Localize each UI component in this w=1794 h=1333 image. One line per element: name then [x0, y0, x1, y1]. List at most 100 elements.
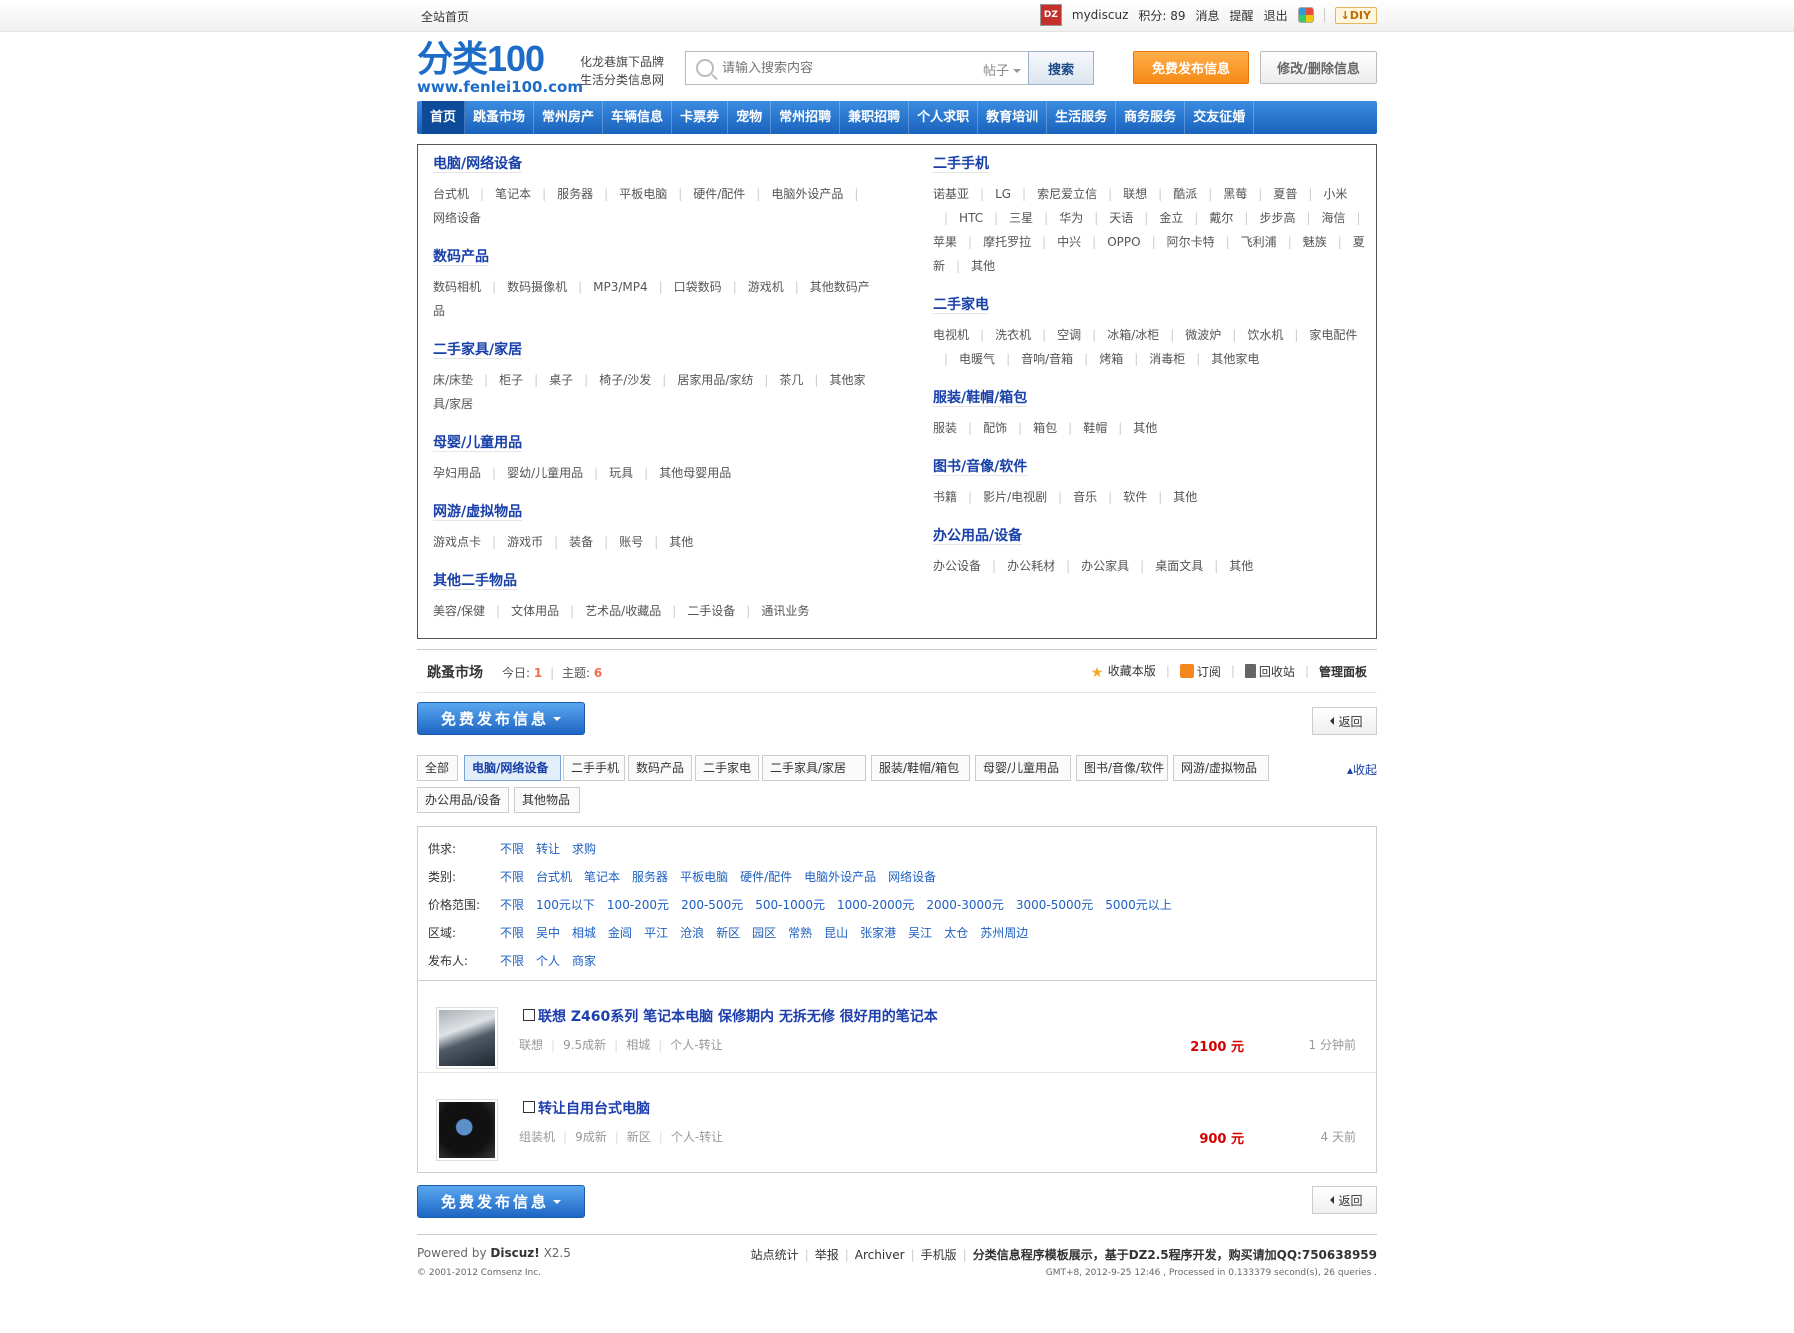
filter-option[interactable]: 不限 [500, 840, 524, 860]
discuz-link[interactable]: Discuz! [490, 1246, 539, 1260]
apps-icon[interactable] [1297, 7, 1314, 23]
category-item[interactable]: 影片/电视剧 [983, 490, 1047, 504]
category-item[interactable]: 茶几 [779, 373, 803, 387]
category-item[interactable]: HTC [959, 211, 983, 225]
category-item[interactable]: 桌子 [549, 373, 573, 387]
nav-item-7[interactable]: 兼职招聘 [840, 101, 910, 134]
category-item[interactable]: LG [995, 187, 1011, 201]
category-item[interactable]: 孕妇用品 [433, 466, 481, 480]
filter-option[interactable]: 台式机 [536, 868, 572, 888]
category-title[interactable]: 数码产品 [433, 249, 489, 266]
category-item[interactable]: 二手设备 [687, 604, 735, 618]
category-item[interactable]: 箱包 [1033, 421, 1057, 435]
category-title[interactable]: 图书/音像/软件 [933, 459, 1028, 476]
category-title[interactable]: 二手手机 [933, 156, 989, 173]
category-item[interactable]: 服装 [933, 421, 957, 435]
filter-option[interactable]: 500-1000元 [755, 896, 825, 916]
filter-option[interactable]: 电脑外设产品 [804, 868, 876, 888]
category-item[interactable]: 飞利浦 [1241, 235, 1277, 249]
username-link[interactable]: mydiscuz [1072, 8, 1129, 22]
points-display[interactable]: 积分: 89 [1138, 7, 1185, 24]
site-logo[interactable]: 分类100 www.fenlei100.com [417, 40, 583, 98]
nav-item-9[interactable]: 教育培训 [978, 101, 1048, 134]
category-item[interactable]: 戴尔 [1209, 211, 1233, 225]
filter-option[interactable]: 网络设备 [888, 868, 936, 888]
category-item[interactable]: 配饰 [983, 421, 1007, 435]
user-avatar[interactable]: DZ [1039, 4, 1062, 26]
category-item[interactable]: 书籍 [933, 490, 957, 504]
filter-option[interactable]: 相城 [572, 924, 596, 944]
nav-item-8[interactable]: 个人求职 [909, 101, 979, 134]
favorite-forum-link[interactable]: ★ 收藏本版 [1091, 662, 1156, 680]
filter-tab-10[interactable]: 办公用品/设备 [417, 787, 509, 813]
filter-tab-7[interactable]: 母婴/儿童用品 [975, 755, 1071, 781]
filter-tab-9[interactable]: 网游/虚拟物品 [1173, 755, 1269, 781]
nav-item-10[interactable]: 生活服务 [1047, 101, 1117, 134]
filter-tab-3[interactable]: 数码产品 [628, 755, 692, 781]
filter-option[interactable]: 常熟 [788, 924, 812, 944]
filter-option[interactable]: 不限 [500, 924, 524, 944]
nav-item-2[interactable]: 常州房产 [534, 101, 604, 134]
filter-option[interactable]: 苏州周边 [980, 924, 1028, 944]
filter-tab-0[interactable]: 全部 [417, 755, 458, 781]
category-item[interactable]: 婴幼/儿童用品 [507, 466, 583, 480]
nav-item-4[interactable]: 卡票券 [672, 101, 729, 134]
filter-option[interactable]: 转让 [536, 840, 560, 860]
search-scope-select[interactable]: 帖子 [983, 60, 1021, 79]
category-item[interactable]: 游戏点卡 [433, 535, 481, 549]
category-item[interactable]: 其他数码产品 [433, 280, 870, 318]
filter-option[interactable]: 平板电脑 [680, 868, 728, 888]
filter-option[interactable]: 5000元以上 [1105, 896, 1172, 916]
category-item[interactable]: 三星 [1009, 211, 1033, 225]
filter-option[interactable]: 个人 [536, 952, 560, 972]
nav-item-11[interactable]: 商务服务 [1116, 101, 1186, 134]
filter-option[interactable]: 吴中 [536, 924, 560, 944]
filter-tab-4[interactable]: 二手家电 [695, 755, 759, 781]
filter-option[interactable]: 3000-5000元 [1016, 896, 1093, 916]
category-item[interactable]: 其他 [1173, 490, 1197, 504]
category-item[interactable]: 魅族 [1303, 235, 1327, 249]
site-home-link[interactable]: 全站首页 [421, 8, 469, 25]
search-button[interactable]: 搜索 [1028, 51, 1094, 85]
filter-option[interactable]: 100元以下 [536, 896, 595, 916]
post-info-button-bottom[interactable]: 免费发布信息 [417, 1185, 585, 1218]
post-info-button[interactable]: 免费发布信息 [1133, 51, 1249, 84]
recycle-bin-link[interactable]: 回收站 [1244, 663, 1295, 680]
nav-item-12[interactable]: 交友征婚 [1185, 101, 1255, 134]
category-item[interactable]: 其他 [669, 535, 693, 549]
nav-item-3[interactable]: 车辆信息 [603, 101, 673, 134]
filter-option[interactable]: 笔记本 [584, 868, 620, 888]
filter-option[interactable]: 硬件/配件 [740, 868, 792, 888]
category-item[interactable]: 夏普 [1273, 187, 1297, 201]
nav-item-5[interactable]: 宠物 [728, 101, 772, 134]
footer-link[interactable]: 举报 [815, 1246, 839, 1263]
filter-option[interactable]: 园区 [752, 924, 776, 944]
filter-option[interactable]: 新区 [716, 924, 740, 944]
category-item[interactable]: 玩具 [609, 466, 633, 480]
category-item[interactable]: OPPO [1107, 235, 1140, 249]
filter-option[interactable]: 2000-3000元 [926, 896, 1003, 916]
category-item[interactable]: 其他家电 [1211, 352, 1259, 366]
category-item[interactable]: 桌面文具 [1155, 559, 1203, 573]
filter-tab-8[interactable]: 图书/音像/软件 [1076, 755, 1168, 781]
category-item[interactable]: 装备 [569, 535, 593, 549]
category-item[interactable]: 网络设备 [433, 211, 481, 225]
listing-checkbox[interactable] [523, 1009, 535, 1021]
filter-option[interactable]: 100-200元 [607, 896, 669, 916]
category-item[interactable]: 天语 [1109, 211, 1133, 225]
category-item[interactable]: 艺术品/收藏品 [585, 604, 661, 618]
messages-link[interactable]: 消息 [1196, 7, 1220, 24]
category-item[interactable]: 硬件/配件 [693, 187, 745, 201]
category-item[interactable]: 索尼爱立信 [1037, 187, 1097, 201]
admin-panel-link[interactable]: 管理面板 [1319, 663, 1367, 680]
category-item[interactable]: 音乐 [1073, 490, 1097, 504]
category-item[interactable]: 床/床垫 [433, 373, 473, 387]
filter-tab-1[interactable]: 电脑/网络设备 [464, 755, 561, 781]
category-item[interactable]: 消毒柜 [1149, 352, 1185, 366]
filter-option[interactable]: 求购 [572, 840, 596, 860]
logout-link[interactable]: 退出 [1264, 7, 1288, 24]
nav-item-0[interactable]: 首页 [422, 101, 466, 134]
filter-option[interactable]: 张家港 [860, 924, 896, 944]
listing-thumbnail[interactable] [436, 1099, 498, 1161]
category-item[interactable]: 音响/音箱 [1021, 352, 1073, 366]
